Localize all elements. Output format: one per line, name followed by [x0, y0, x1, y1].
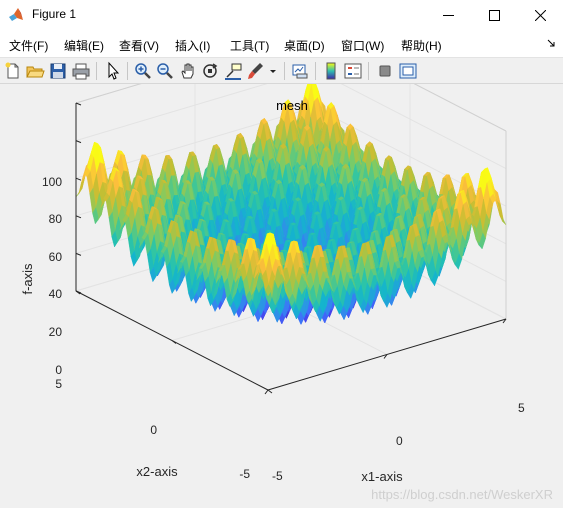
- z-tick-label: 0: [55, 363, 62, 377]
- mesh-surface: [75, 84, 507, 391]
- new-figure-icon[interactable]: [3, 61, 23, 81]
- title-bar: Figure 1: [0, 0, 563, 31]
- legend-icon[interactable]: [343, 61, 363, 81]
- link-plot-icon[interactable]: [290, 61, 310, 81]
- matlab-logo-icon: [8, 7, 24, 23]
- save-icon[interactable]: [48, 61, 68, 81]
- mesh-faces: [75, 84, 507, 326]
- toolbar-separator: [127, 62, 128, 80]
- menu-help[interactable]: 帮助(H): [401, 37, 442, 54]
- x2-tick-label: 5: [55, 377, 62, 391]
- menu-window[interactable]: 窗口(W): [341, 37, 384, 54]
- x1-tick-label: 5: [518, 401, 525, 415]
- menu-overflow-icon[interactable]: [547, 39, 555, 50]
- open-file-icon[interactable]: [25, 61, 45, 81]
- x1-tick-label: -5: [272, 469, 283, 483]
- minimize-button[interactable]: [425, 0, 471, 31]
- show-plot-tools-icon[interactable]: [398, 61, 418, 81]
- rotate-3d-icon[interactable]: [200, 61, 220, 81]
- toolbar-separator: [315, 62, 316, 80]
- x2-axis-label: x2-axis: [136, 464, 178, 479]
- x2-tick-label: -5: [239, 467, 250, 481]
- zoom-in-icon[interactable]: [133, 61, 153, 81]
- menu-desktop[interactable]: 桌面(D): [284, 37, 325, 54]
- brush-dropdown-icon[interactable]: [267, 61, 279, 81]
- hide-plot-tools-icon[interactable]: [375, 61, 395, 81]
- toolbar-separator: [368, 62, 369, 80]
- menu-tools[interactable]: 工具(T): [230, 37, 269, 54]
- pan-icon[interactable]: [178, 61, 198, 81]
- close-button[interactable]: [517, 0, 563, 31]
- z-tick-label: 40: [49, 287, 63, 301]
- brush-icon[interactable]: [246, 61, 266, 81]
- print-icon[interactable]: [71, 61, 91, 81]
- pointer-icon[interactable]: [103, 61, 123, 81]
- watermark: https://blog.csdn.net/WeskerXR: [371, 487, 553, 502]
- figure-canvas[interactable]: mesh 100 80 60 40 20 0 f-axis 5 0 -5 x2-…: [0, 84, 563, 508]
- z-axis-label: f-axis: [20, 263, 35, 295]
- menu-insert[interactable]: 插入(I): [175, 37, 210, 54]
- z-tick-label: 80: [49, 212, 63, 226]
- colorbar-icon[interactable]: [321, 61, 341, 81]
- maximize-button[interactable]: [471, 0, 517, 31]
- menu-file[interactable]: 文件(F): [9, 37, 48, 54]
- toolbar-separator: [96, 62, 97, 80]
- toolbar: [0, 57, 563, 84]
- menu-view[interactable]: 查看(V): [119, 37, 159, 54]
- z-tick-label: 100: [42, 175, 62, 189]
- x1-tick-label: 0: [396, 434, 403, 448]
- plot-title: mesh: [276, 98, 308, 113]
- window-title: Figure 1: [32, 7, 77, 21]
- data-cursor-icon[interactable]: [223, 61, 243, 81]
- menu-bar: 文件(F) 编辑(E) 查看(V) 插入(I) 工具(T) 桌面(D) 窗口(W…: [0, 31, 563, 57]
- zoom-out-icon[interactable]: [155, 61, 175, 81]
- z-tick-label: 60: [49, 250, 63, 264]
- x2-tick-label: 0: [150, 423, 157, 437]
- mesh-plot[interactable]: mesh 100 80 60 40 20 0 f-axis 5 0 -5 x2-…: [0, 84, 563, 508]
- z-tick-label: 20: [49, 325, 63, 339]
- toolbar-separator: [284, 62, 285, 80]
- x1-axis-label: x1-axis: [361, 469, 403, 484]
- menu-edit[interactable]: 编辑(E): [64, 37, 104, 54]
